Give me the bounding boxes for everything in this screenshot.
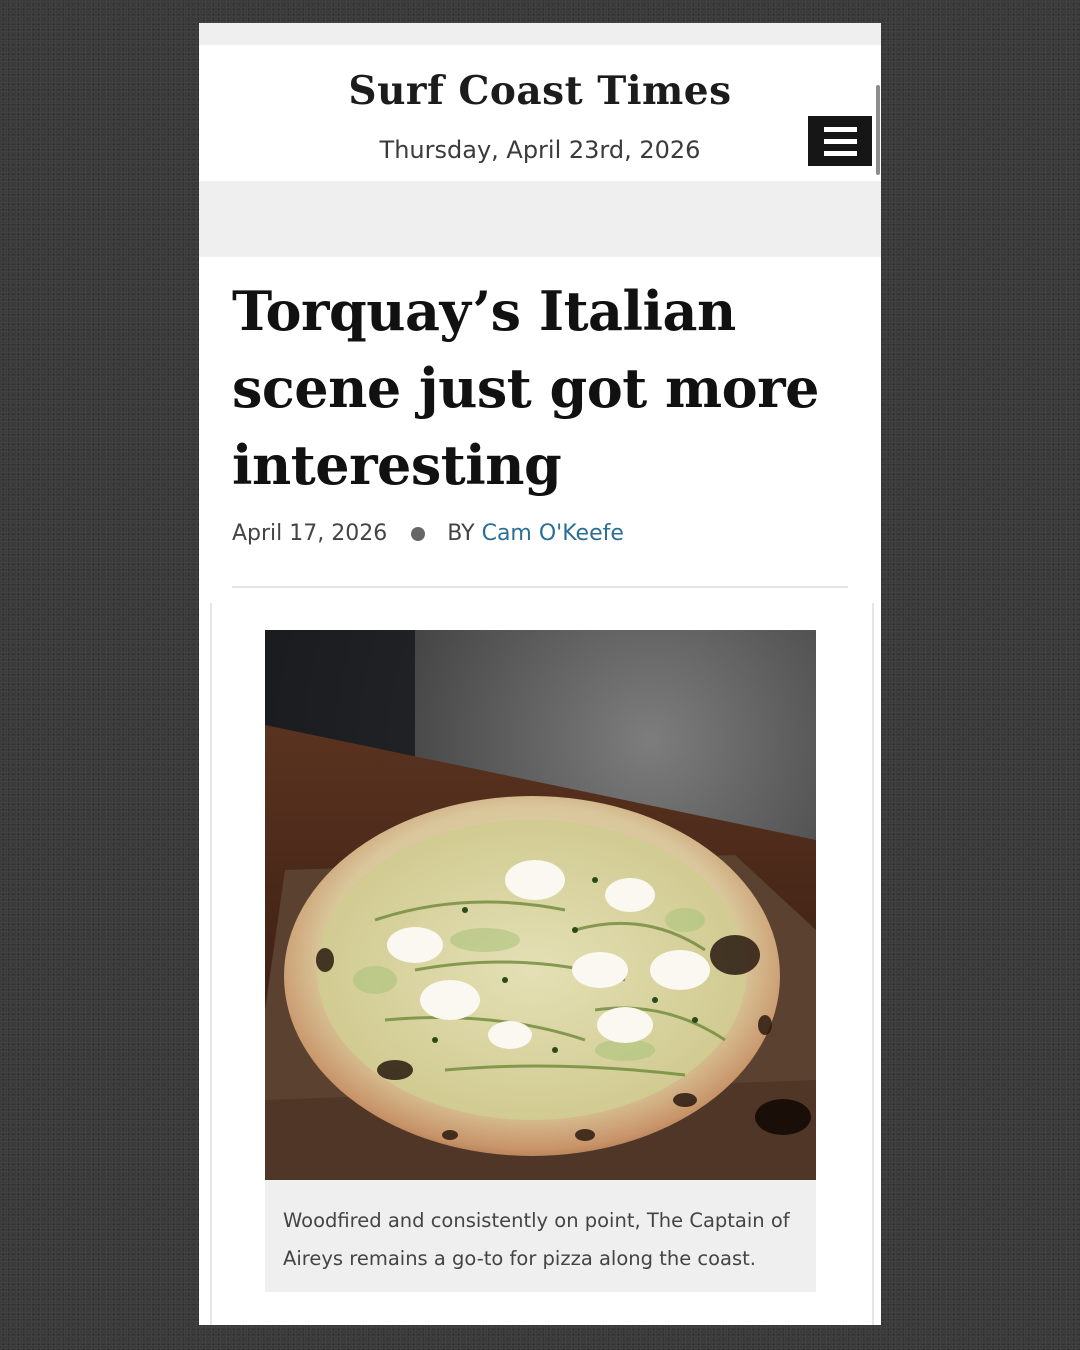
divider — [232, 586, 848, 588]
current-date: Thursday, April 23rd, 2026 — [379, 136, 701, 164]
separator-dot-icon — [411, 526, 426, 541]
author-link[interactable]: Cam O'Keefe — [482, 521, 624, 546]
phone-screen: Surf Coast Times Thursday, April 23rd, 2… — [199, 23, 881, 1325]
menu-button[interactable] — [808, 116, 872, 166]
article-headline: Torquay’s Italian scene just got more in… — [232, 279, 819, 497]
photo-caption-box: Woodfired and consistently on point, The… — [265, 1180, 816, 1292]
hamburger-menu-icon-bar — [823, 150, 857, 156]
hamburger-menu-icon — [823, 126, 857, 132]
hamburger-menu-icon-bar — [823, 138, 857, 144]
byline-prefix: BY — [447, 521, 475, 546]
publish-date: April 17, 2026 — [232, 521, 388, 546]
article-meta: April 17, 2026 BY Cam O'Keefe — [232, 521, 624, 546]
status-strip — [199, 23, 881, 45]
photo-caption: Woodfired and consistently on point, The… — [283, 1209, 790, 1270]
ad-placeholder-band — [199, 181, 881, 257]
pizza-photo[interactable] — [265, 630, 816, 1180]
scrollbar[interactable] — [876, 85, 880, 175]
site-masthead[interactable]: Surf Coast Times — [199, 68, 881, 114]
